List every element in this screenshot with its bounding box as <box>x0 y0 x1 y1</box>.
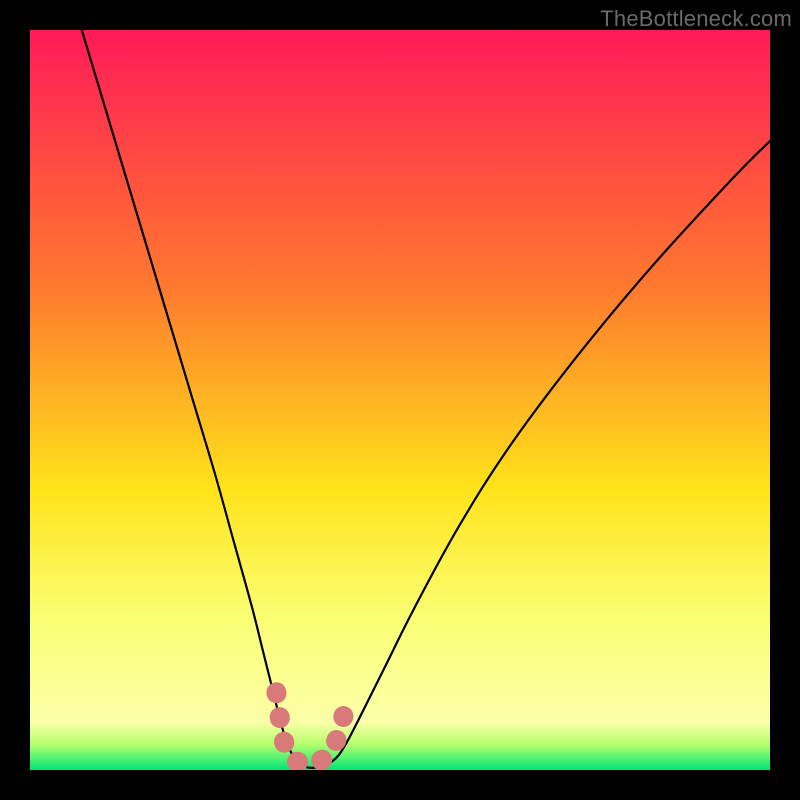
curve-layer <box>30 30 770 770</box>
watermark: TheBottleneck.com <box>600 6 792 32</box>
marker-strip <box>276 692 346 763</box>
bottleneck-curve <box>82 30 770 768</box>
chart-plot-area <box>30 30 770 770</box>
chart-frame: TheBottleneck.com <box>0 0 800 800</box>
